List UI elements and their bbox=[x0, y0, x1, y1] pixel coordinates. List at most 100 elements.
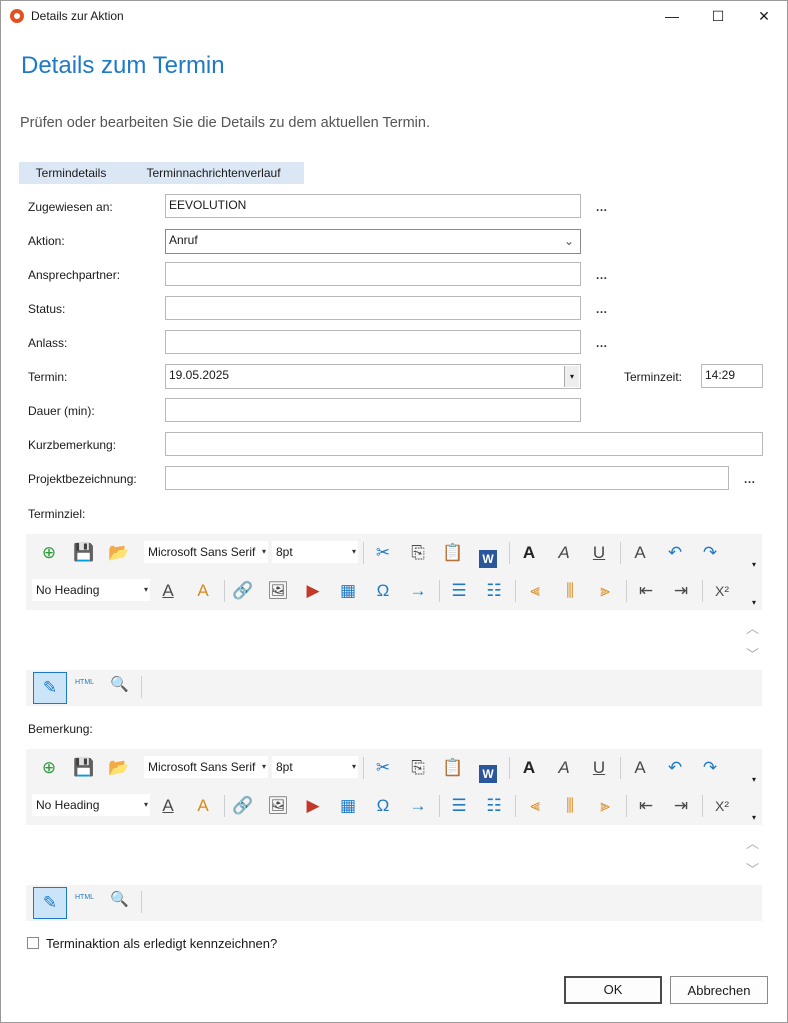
media-icon[interactable]: ▶ bbox=[300, 578, 326, 604]
word-import-button[interactable]: W bbox=[475, 755, 501, 783]
copy-icon[interactable]: ⎘ bbox=[405, 755, 431, 781]
scrollbar[interactable]: ︿ ﹀ bbox=[744, 833, 762, 883]
link-icon[interactable]: 🔗 bbox=[230, 793, 256, 819]
erledigt-checkbox[interactable] bbox=[27, 937, 39, 949]
link-icon[interactable]: 🔗 bbox=[230, 578, 256, 604]
design-mode-button[interactable]: ✎ bbox=[33, 672, 67, 704]
scroll-down-icon[interactable]: ﹀ bbox=[746, 859, 759, 878]
ansprechpartner-browse-button[interactable]: ... bbox=[596, 268, 608, 282]
terminzeit-field[interactable]: 14:29 bbox=[701, 364, 763, 388]
projektbezeichnung-field[interactable] bbox=[165, 466, 729, 490]
date-dropdown-icon[interactable]: ▾ bbox=[564, 366, 579, 387]
image-icon[interactable]: 🖼 bbox=[265, 793, 291, 819]
arrow-icon[interactable]: → bbox=[405, 578, 431, 604]
preview-icon[interactable]: 🔍 bbox=[110, 890, 129, 908]
italic-icon[interactable]: A bbox=[551, 540, 577, 566]
cut-icon[interactable]: ✂ bbox=[370, 755, 396, 781]
align-left-icon[interactable]: ⫷ bbox=[522, 793, 548, 819]
termin-date-picker[interactable]: 19.05.2025 ▾ bbox=[165, 364, 581, 389]
bold-icon[interactable]: A bbox=[516, 755, 542, 781]
indent-icon[interactable]: ⇥ bbox=[668, 578, 694, 604]
bold-icon[interactable]: A bbox=[516, 540, 542, 566]
numbered-list-icon[interactable]: ☷ bbox=[481, 793, 507, 819]
font-style-icon[interactable]: A bbox=[627, 755, 653, 781]
close-button[interactable]: ✕ bbox=[741, 1, 787, 31]
symbol-icon[interactable]: Ω bbox=[370, 793, 396, 819]
add-icon[interactable]: ⊕ bbox=[36, 540, 62, 566]
minimize-button[interactable]: — bbox=[649, 1, 695, 31]
save-icon[interactable]: 💾 bbox=[71, 755, 97, 781]
heading-select[interactable]: No Heading ▾ bbox=[32, 579, 150, 601]
align-center-icon[interactable]: ⫼ bbox=[557, 578, 583, 604]
underline-icon[interactable]: U bbox=[586, 540, 612, 566]
design-mode-button[interactable]: ✎ bbox=[33, 887, 67, 919]
anlass-field[interactable] bbox=[165, 330, 581, 354]
maximize-button[interactable]: ☐ bbox=[695, 1, 741, 31]
preview-icon[interactable]: 🔍 bbox=[110, 675, 129, 693]
symbol-icon[interactable]: Ω bbox=[370, 578, 396, 604]
superscript-icon[interactable]: X² bbox=[709, 793, 735, 819]
word-import-button[interactable]: W bbox=[475, 540, 501, 568]
heading-select[interactable]: No Heading ▾ bbox=[32, 794, 150, 816]
paste-icon[interactable]: 📋 bbox=[440, 540, 466, 566]
arrow-icon[interactable]: → bbox=[405, 793, 431, 819]
html-mode-button[interactable]: HTML bbox=[75, 679, 94, 686]
aktion-select[interactable]: Anruf ⌄ bbox=[165, 229, 581, 254]
paste-icon[interactable]: 📋 bbox=[440, 755, 466, 781]
bullet-list-icon[interactable]: ☰ bbox=[446, 793, 472, 819]
text-color-icon[interactable]: A bbox=[155, 578, 181, 604]
anlass-browse-button[interactable]: ... bbox=[596, 336, 608, 350]
status-browse-button[interactable]: ... bbox=[596, 302, 608, 316]
bullet-list-icon[interactable]: ☰ bbox=[446, 578, 472, 604]
font-style-icon[interactable]: A bbox=[627, 540, 653, 566]
add-icon[interactable]: ⊕ bbox=[36, 755, 62, 781]
zugewiesen-browse-button[interactable]: ... bbox=[596, 200, 608, 214]
redo-icon[interactable]: ↷ bbox=[697, 755, 723, 781]
toolbar-overflow-icon[interactable]: ▾ bbox=[752, 560, 756, 569]
table-icon[interactable]: ▦ bbox=[335, 578, 361, 604]
align-right-icon[interactable]: ⫸ bbox=[592, 793, 618, 819]
font-size-select[interactable]: 8pt ▾ bbox=[272, 541, 358, 563]
media-icon[interactable]: ▶ bbox=[300, 793, 326, 819]
scroll-down-icon[interactable]: ﹀ bbox=[746, 644, 759, 663]
ansprechpartner-field[interactable] bbox=[165, 262, 581, 286]
dauer-field[interactable] bbox=[165, 398, 581, 422]
text-color-icon[interactable]: A bbox=[155, 793, 181, 819]
table-icon[interactable]: ▦ bbox=[335, 793, 361, 819]
align-center-icon[interactable]: ⫼ bbox=[557, 793, 583, 819]
open-folder-icon[interactable]: 📂 bbox=[106, 755, 132, 781]
outdent-icon[interactable]: ⇤ bbox=[633, 793, 659, 819]
zugewiesen-field[interactable]: EEVOLUTION bbox=[165, 194, 581, 218]
image-icon[interactable]: 🖼 bbox=[265, 578, 291, 604]
scroll-up-icon[interactable]: ︿ bbox=[746, 618, 759, 637]
superscript-icon[interactable]: X² bbox=[709, 578, 735, 604]
status-field[interactable] bbox=[165, 296, 581, 320]
font-size-select[interactable]: 8pt ▾ bbox=[272, 756, 358, 778]
highlight-color-icon[interactable]: A bbox=[190, 793, 216, 819]
tab-terminnachrichtenverlauf[interactable]: Terminnachrichtenverlauf bbox=[123, 162, 304, 184]
undo-icon[interactable]: ↶ bbox=[662, 755, 688, 781]
toolbar-overflow-icon[interactable]: ▾ bbox=[752, 598, 756, 607]
highlight-color-icon[interactable]: A bbox=[190, 578, 216, 604]
erledigt-checkbox-label[interactable]: Terminaktion als erledigt kennzeichnen? bbox=[46, 936, 277, 951]
font-family-select[interactable]: Microsoft Sans Serif ▾ bbox=[144, 541, 268, 563]
kurzbemerkung-field[interactable] bbox=[165, 432, 763, 456]
copy-icon[interactable]: ⎘ bbox=[405, 540, 431, 566]
tab-termindetails[interactable]: Termindetails bbox=[19, 162, 123, 184]
toolbar-overflow-icon[interactable]: ▾ bbox=[752, 775, 756, 784]
open-folder-icon[interactable]: 📂 bbox=[106, 540, 132, 566]
scroll-up-icon[interactable]: ︿ bbox=[746, 833, 759, 852]
underline-icon[interactable]: U bbox=[586, 755, 612, 781]
numbered-list-icon[interactable]: ☷ bbox=[481, 578, 507, 604]
html-mode-button[interactable]: HTML bbox=[75, 894, 94, 901]
redo-icon[interactable]: ↷ bbox=[697, 540, 723, 566]
outdent-icon[interactable]: ⇤ bbox=[633, 578, 659, 604]
projektbezeichnung-browse-button[interactable]: ... bbox=[744, 472, 756, 486]
font-family-select[interactable]: Microsoft Sans Serif ▾ bbox=[144, 756, 268, 778]
align-right-icon[interactable]: ⫸ bbox=[592, 578, 618, 604]
scrollbar[interactable]: ︿ ﹀ bbox=[744, 618, 762, 668]
toolbar-overflow-icon[interactable]: ▾ bbox=[752, 813, 756, 822]
indent-icon[interactable]: ⇥ bbox=[668, 793, 694, 819]
cut-icon[interactable]: ✂ bbox=[370, 540, 396, 566]
save-icon[interactable]: 💾 bbox=[71, 540, 97, 566]
